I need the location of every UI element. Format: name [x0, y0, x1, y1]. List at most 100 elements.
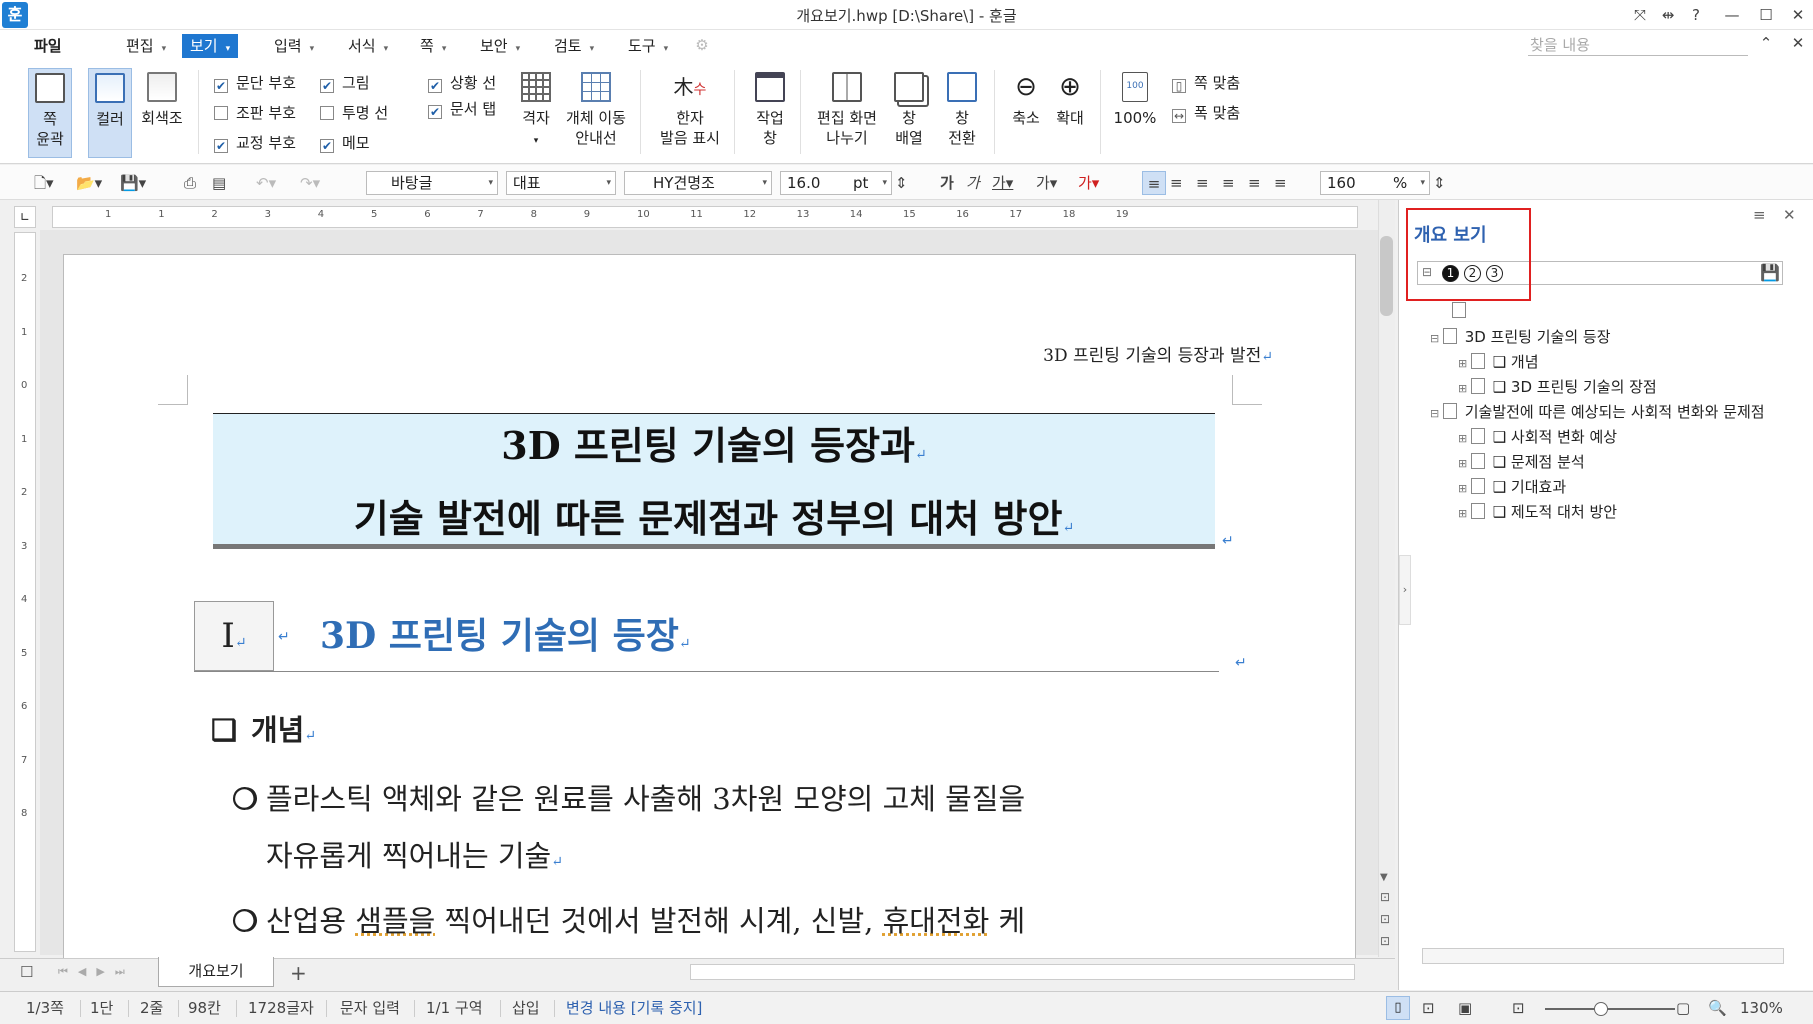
open-doc-icon[interactable]: 📂▾	[76, 171, 102, 195]
horizontal-ruler[interactable]: 1 1 2 3 4 5 6 7 8 9 10 11 12 13 14 15 16 17 18 19	[52, 206, 1358, 228]
menu-review[interactable]: 검토 ▾	[546, 34, 602, 58]
grayscale-button[interactable]: 회색조	[138, 68, 186, 158]
zoom-100-button[interactable]: 100 100%	[1110, 68, 1160, 158]
align-right-icon[interactable]: ≡	[1222, 171, 1235, 195]
style-select[interactable]: 바탕글 ▾	[366, 171, 498, 195]
extra-tools-icon[interactable]: ⚙	[690, 34, 714, 56]
view-outline-icon[interactable]: ▣	[1458, 992, 1472, 1024]
zoom-page-icon[interactable]: ▢	[1676, 992, 1690, 1024]
fit-page-button[interactable]: ▯ 쪽 맞춤	[1172, 72, 1240, 94]
tab-document[interactable]: 개요보기	[158, 957, 274, 987]
vertical-scroll-thumb[interactable]	[1380, 236, 1393, 316]
work-window-button[interactable]: 작업 창	[748, 68, 792, 158]
tree-root[interactable]	[1452, 302, 1474, 320]
status-zoom[interactable]: 130%	[1740, 992, 1783, 1024]
tree-item[interactable]: ⊞ ❑ 기대효과	[1458, 476, 1566, 497]
bold-icon[interactable]: 가	[940, 171, 954, 195]
preview-icon[interactable]: ▤	[212, 171, 226, 195]
print-icon[interactable]: ⎙	[184, 171, 196, 195]
guide-button[interactable]: 개체 이동 안내선	[562, 68, 630, 158]
language-select[interactable]: 대표 ▾	[506, 171, 616, 195]
scroll-down-icon[interactable]: ▼	[1380, 872, 1388, 883]
view-web-icon[interactable]: ⊡	[1422, 992, 1435, 1024]
tree-item[interactable]: ⊞ ❑ 3D 프린팅 기술의 장점	[1458, 376, 1657, 397]
tree-item[interactable]: ⊞ ❑ 사회적 변화 예상	[1458, 426, 1617, 447]
resize-icon[interactable]: ⇹	[1656, 4, 1680, 26]
color-button[interactable]: 컬러	[88, 68, 132, 158]
document-title-box[interactable]: 3D 프린팅 기술의 등장과↵ 기술 발전에 따른 문제점과 정부의 대처 방안…	[213, 413, 1215, 549]
page-outline-button[interactable]: 쪽 윤곽	[28, 68, 72, 158]
underline-icon[interactable]: 가▾	[992, 171, 1013, 195]
menu-page[interactable]: 쪽 ▾	[412, 34, 454, 58]
maximize-icon[interactable]: ☐	[1754, 4, 1778, 26]
menu-security[interactable]: 보안 ▾	[472, 34, 528, 58]
help-icon[interactable]: ?	[1684, 4, 1708, 26]
menu-format[interactable]: 서식 ▾	[340, 34, 396, 58]
horizontal-scrollbar[interactable]	[690, 964, 1355, 980]
size-stepper-icon[interactable]: ⇕	[895, 171, 908, 195]
align-distribute-icon[interactable]: ≡	[1248, 171, 1261, 195]
view-normal-icon[interactable]: ▯	[1386, 996, 1410, 1020]
font-size-input[interactable]: 16.0 pt ▾	[780, 171, 892, 195]
spacing-stepper-icon[interactable]: ⇕	[1433, 171, 1446, 195]
check-transparent-line[interactable]: 투명 선	[320, 102, 388, 124]
zoom-slider[interactable]	[1545, 1008, 1675, 1010]
collapse-ribbon-icon[interactable]: ⌃	[1754, 32, 1778, 54]
minimize-icon[interactable]: —	[1720, 4, 1744, 26]
align-center-icon[interactable]: ≡	[1196, 171, 1209, 195]
arrange-window-button[interactable]: 창 배열	[888, 68, 930, 158]
vertical-ruler[interactable]: 2 1 0 1 2 3 4 5 6 7 8	[14, 232, 36, 952]
hanja-pronounce-button[interactable]: 木수 한자 발음 표시	[654, 68, 726, 158]
switch-window-button[interactable]: 창 전환	[940, 68, 984, 158]
check-memo[interactable]: ✔ 메모	[320, 132, 370, 154]
zoom-out-button[interactable]: ⊖ 축소	[1006, 68, 1046, 158]
page-nav-icon[interactable]: ⊡	[1380, 912, 1390, 926]
font-select[interactable]: HY견명조 ▾	[624, 171, 772, 195]
tab-view-icon[interactable]: ☐	[20, 963, 33, 981]
check-picture[interactable]: ✔ 그림	[320, 72, 370, 94]
prev-page-icon[interactable]: ⊡	[1380, 890, 1390, 904]
check-proof-mark[interactable]: ✔ 교정 부호	[214, 132, 296, 154]
menu-edit[interactable]: 편집 ▾	[118, 34, 174, 58]
align-justify-icon[interactable]: ≡	[1142, 171, 1166, 195]
next-page-icon[interactable]: ⊡	[1380, 934, 1390, 948]
status-page[interactable]: 1/3쪽	[26, 992, 64, 1024]
font-color-icon[interactable]: 가▾	[1078, 171, 1099, 195]
check-doc-tab[interactable]: ✔ 문서 탭	[428, 98, 496, 120]
tab-nav-icons[interactable]: ⏮◀▶⏭	[58, 965, 135, 979]
zoom-in-button[interactable]: ⊕ 확대	[1050, 68, 1090, 158]
add-tab-icon[interactable]: +	[290, 961, 307, 985]
tree-item[interactable]: ⊞ ❑ 개념	[1458, 351, 1539, 372]
menu-insert[interactable]: 입력 ▾	[266, 34, 322, 58]
strike-icon[interactable]: 가▾	[1036, 171, 1057, 195]
close-icon[interactable]: ✕	[1786, 4, 1810, 26]
ruler-corner[interactable]: ∟	[14, 206, 36, 228]
italic-icon[interactable]: 가	[966, 171, 980, 195]
new-doc-icon[interactable]: 🗋▾	[34, 171, 54, 195]
find-input[interactable]: 찾을 내용	[1528, 32, 1748, 56]
document-page[interactable]: 3D 프린팅 기술의 등장과 발전↵ 3D 프린팅 기술의 등장과↵ 기술 발전…	[63, 254, 1356, 974]
split-view-button[interactable]: 편집 화면 나누기	[812, 68, 882, 158]
menu-file[interactable]: 파일	[26, 34, 70, 58]
grid-button[interactable]: 격자 ▾	[516, 68, 556, 158]
check-status-line[interactable]: ✔ 상황 선	[428, 72, 496, 94]
save-icon[interactable]: 💾▾	[120, 171, 146, 195]
zoom-slider-handle[interactable]	[1594, 1002, 1608, 1016]
panel-horizontal-scrollbar[interactable]	[1422, 948, 1784, 964]
fit-width-button[interactable]: ↔ 폭 맞춤	[1172, 102, 1240, 124]
align-left-icon[interactable]: ≡	[1170, 171, 1183, 195]
close-doc-icon[interactable]: ✕	[1786, 32, 1810, 54]
status-input-mode[interactable]: 문자 입력	[340, 992, 400, 1024]
menu-tools[interactable]: 도구 ▾	[620, 34, 676, 58]
check-para-mark[interactable]: ✔ 문단 부호	[214, 72, 296, 94]
line-spacing-input[interactable]: 160% ▾	[1320, 171, 1430, 195]
panel-collapse-icon[interactable]: ›	[1399, 555, 1411, 625]
fullscreen-icon[interactable]: ⤧	[1628, 4, 1652, 26]
status-insert[interactable]: 삽입	[512, 992, 540, 1024]
tree-item[interactable]: ⊟ 3D 프린팅 기술의 등장	[1430, 326, 1611, 347]
tree-item[interactable]: ⊞ ❑ 제도적 대처 방안	[1458, 501, 1617, 522]
zoom-fit-icon[interactable]: ⊡	[1512, 992, 1525, 1024]
panel-close-icon[interactable]: ✕	[1783, 206, 1796, 224]
outline-save-icon[interactable]: 💾	[1760, 263, 1780, 282]
zoom-search-icon[interactable]: 🔍	[1708, 992, 1727, 1024]
